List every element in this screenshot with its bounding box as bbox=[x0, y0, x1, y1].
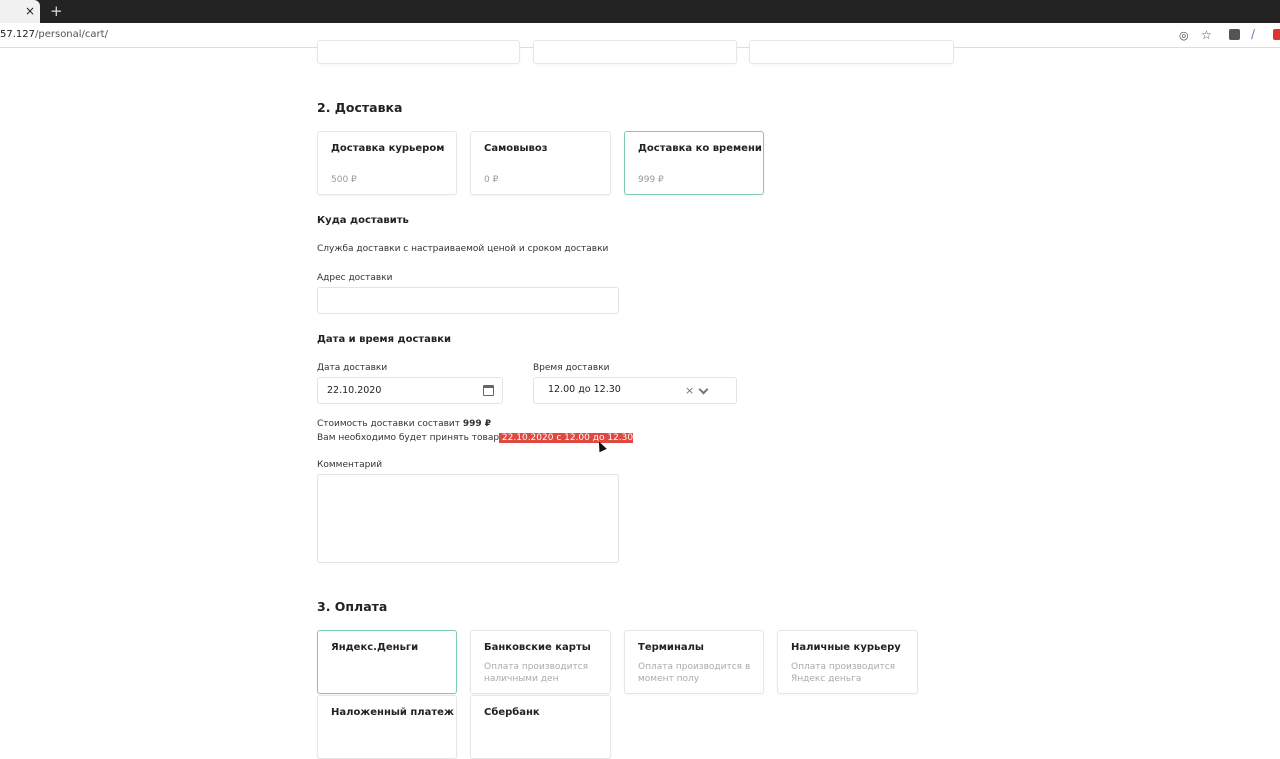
star-icon[interactable]: ☆ bbox=[1201, 28, 1212, 42]
option-label: Терминалы bbox=[638, 642, 704, 653]
url-path: /personal/cart/ bbox=[35, 29, 108, 40]
option-label: Банковские карты bbox=[484, 642, 591, 653]
service-description: Служба доставки с настраиваемой ценой и … bbox=[317, 244, 609, 254]
extension-icon[interactable] bbox=[1229, 29, 1240, 40]
option-label: Наложенный платеж bbox=[331, 707, 454, 718]
datetime-title: Дата и время доставки bbox=[317, 334, 452, 345]
date-value: 22.10.2020 bbox=[327, 385, 382, 396]
date-input[interactable]: 22.10.2020 bbox=[317, 377, 503, 404]
accept-line: Вам необходимо будет принять товар 22.10… bbox=[317, 433, 634, 443]
address-input[interactable] bbox=[317, 287, 619, 314]
accept-datetime-highlight: 22.10.2020 с 12.00 до 12.30 bbox=[499, 433, 634, 443]
form-card[interactable] bbox=[533, 40, 737, 64]
time-value: 12.00 до 12.30 bbox=[548, 384, 621, 395]
delivery-option-timed[interactable]: Доставка ко времени 999 ₽ bbox=[624, 131, 764, 195]
clear-icon[interactable]: × bbox=[685, 384, 694, 397]
option-label: Доставка курьером bbox=[331, 143, 445, 154]
payment-option-yandex[interactable]: Яндекс.Деньги bbox=[317, 630, 457, 694]
where-title: Куда доставить bbox=[317, 215, 409, 226]
extension-icon[interactable] bbox=[1273, 29, 1280, 40]
payment-option-terminals[interactable]: Терминалы Оплата производится в момент п… bbox=[624, 630, 764, 694]
address-label: Адрес доставки bbox=[317, 273, 393, 283]
delivery-section-title: 2. Доставка bbox=[317, 100, 403, 115]
option-label: Доставка ко времени bbox=[638, 143, 762, 154]
option-price: 999 ₽ bbox=[638, 175, 664, 185]
option-label: Сбербанк bbox=[484, 707, 540, 718]
chevron-down-icon[interactable] bbox=[698, 384, 709, 395]
comment-label: Комментарий bbox=[317, 460, 383, 470]
option-description: Оплата производится наличными ден bbox=[484, 662, 589, 684]
calendar-icon[interactable] bbox=[483, 385, 494, 396]
browser-tab-bar: × + bbox=[0, 0, 1280, 23]
cost-text: Стоимость доставки составит bbox=[317, 419, 463, 429]
payment-option-sberbank[interactable]: Сбербанк bbox=[470, 695, 611, 759]
time-select[interactable]: 12.00 до 12.30 × bbox=[533, 377, 737, 404]
payment-option-cards[interactable]: Банковские карты Оплата производится нал… bbox=[470, 630, 611, 694]
delivery-cost-line: Стоимость доставки составит 999 ₽ bbox=[317, 419, 491, 429]
delivery-option-pickup[interactable]: Самовывоз 0 ₽ bbox=[470, 131, 611, 195]
comment-textarea[interactable] bbox=[317, 474, 619, 563]
new-tab-button[interactable]: + bbox=[50, 2, 63, 20]
payment-section-title: 3. Оплата bbox=[317, 599, 388, 614]
option-label: Наличные курьеру bbox=[791, 642, 901, 653]
accept-text: Вам необходимо будет принять товар bbox=[317, 433, 500, 443]
option-description: Оплата производится Яндекс деньга bbox=[791, 662, 896, 684]
eye-slash-icon[interactable]: ◎ bbox=[1179, 29, 1189, 42]
cost-value: 999 ₽ bbox=[462, 419, 492, 429]
option-description: Оплата производится в момент полу bbox=[638, 662, 751, 684]
delivery-option-courier[interactable]: Доставка курьером 500 ₽ bbox=[317, 131, 457, 195]
url-host: 57.127 bbox=[0, 29, 35, 40]
tab-close-icon[interactable]: × bbox=[25, 4, 35, 18]
payment-option-cod[interactable]: Наложенный платеж bbox=[317, 695, 457, 759]
form-card[interactable] bbox=[317, 40, 520, 64]
date-label: Дата доставки bbox=[317, 363, 388, 373]
time-label: Время доставки bbox=[533, 363, 610, 373]
option-label: Яндекс.Деньги bbox=[331, 642, 419, 653]
option-price: 500 ₽ bbox=[331, 175, 357, 185]
url-text[interactable]: 57.127/personal/cart/ bbox=[0, 29, 108, 40]
browser-tab[interactable]: × bbox=[0, 0, 40, 23]
payment-option-cash[interactable]: Наличные курьеру Оплата производится Янд… bbox=[777, 630, 918, 694]
pen-extension-icon[interactable]: / bbox=[1251, 27, 1255, 41]
option-price: 0 ₽ bbox=[484, 175, 499, 185]
form-card[interactable] bbox=[749, 40, 954, 64]
option-label: Самовывоз bbox=[484, 143, 548, 154]
